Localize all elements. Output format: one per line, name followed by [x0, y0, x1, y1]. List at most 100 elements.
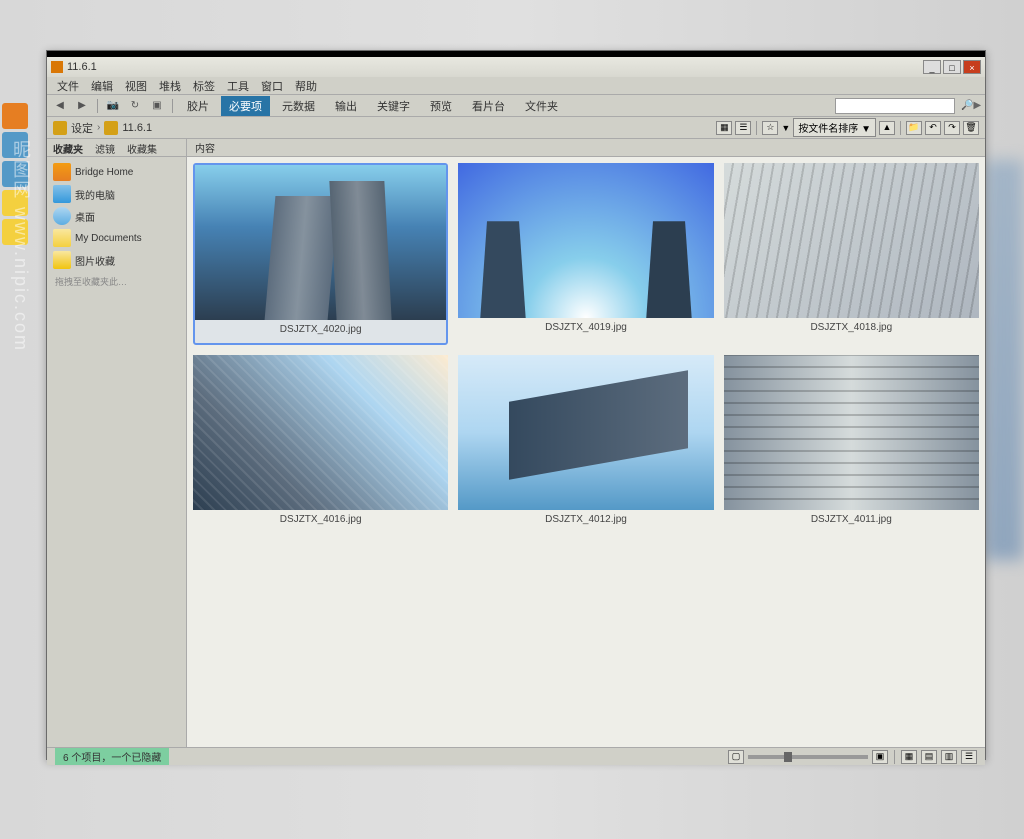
sidebar: 收藏夹 滤镜 收藏集 Bridge Home 我的电脑 桌面 [47, 139, 187, 747]
thumbnail-grid[interactable]: DSJZTX_4020.jpg DSJZTX_4019.jpg DSJZTX_4… [187, 157, 985, 747]
menu-window[interactable]: 窗口 [255, 78, 289, 94]
thumbnail-filename: DSJZTX_4019.jpg [458, 318, 713, 341]
separator [97, 99, 98, 113]
window-title: 11.6.1 [67, 61, 923, 73]
thumbnail-item[interactable]: DSJZTX_4019.jpg [458, 163, 713, 345]
computer-icon [53, 185, 71, 203]
app-window: 11.6.1 _ □ × 文件 编辑 视图 堆栈 标签 工具 窗口 帮助 📷 ▣… [46, 50, 986, 760]
sidebar-items: Bridge Home 我的电脑 桌面 My Documents 图片收藏 [47, 157, 186, 296]
thumbnail-image [458, 163, 713, 318]
menu-file[interactable]: 文件 [51, 78, 85, 94]
separator [894, 750, 895, 764]
menu-help[interactable]: 帮助 [289, 78, 323, 94]
search-input[interactable] [835, 98, 955, 114]
status-indicator: 6 个项目，一个已隐藏 [55, 748, 169, 765]
sort-dropdown[interactable]: 按文件名排序 ▼ [793, 118, 876, 137]
content-header-label: 内容 [195, 140, 215, 155]
tab-film[interactable]: 胶片 [179, 96, 217, 116]
folder-icon [53, 229, 71, 247]
sidebar-item-label: 图片收藏 [75, 253, 115, 268]
close-button[interactable]: × [963, 60, 981, 74]
list-view-button[interactable] [735, 121, 751, 135]
tab-metadata[interactable]: 元数据 [274, 96, 323, 116]
thumbnail-item[interactable]: DSJZTX_4012.jpg [458, 355, 713, 533]
zoom-slider[interactable] [748, 755, 868, 759]
tab-preview[interactable]: 预览 [422, 96, 460, 116]
zoom-controls: ▢ ▣ ▤ ▥ [728, 750, 977, 764]
separator [172, 99, 173, 113]
sidebar-item-label: 桌面 [75, 209, 95, 224]
view-mode-2[interactable]: ▤ [921, 750, 937, 764]
window-controls: _ □ × [923, 60, 981, 74]
folder-icon [53, 121, 67, 135]
sidebar-item-documents[interactable]: My Documents [51, 227, 182, 249]
breadcrumb-current[interactable]: 11.6.1 [122, 122, 152, 134]
zoom-in-button[interactable]: ▣ [872, 750, 888, 764]
thumbnail-filename: DSJZTX_4016.jpg [193, 510, 448, 533]
pictures-icon [53, 251, 71, 269]
grid-view-button[interactable] [716, 121, 732, 135]
chevron-right-icon: › [97, 122, 100, 133]
tab-keywords[interactable]: 关键字 [369, 96, 418, 116]
sidebar-tab-favorites[interactable]: 收藏夹 [47, 139, 89, 156]
thumbnail-item[interactable]: DSJZTX_4011.jpg [724, 355, 979, 533]
sidebar-item-bridge-home[interactable]: Bridge Home [51, 161, 182, 183]
thumbnail-item[interactable]: DSJZTX_4018.jpg [724, 163, 979, 345]
content-header: 内容 [187, 139, 985, 157]
sidebar-tab-collections[interactable]: 收藏集 [121, 139, 163, 156]
rotate-ccw-button[interactable]: ↶ [925, 121, 941, 135]
titlebar[interactable]: 11.6.1 _ □ × [47, 57, 985, 77]
sidebar-item-computer[interactable]: 我的电脑 [51, 183, 182, 205]
back-button[interactable] [51, 98, 69, 114]
minimize-button[interactable]: _ [923, 60, 941, 74]
zoom-out-button[interactable]: ▢ [728, 750, 744, 764]
refresh-button[interactable] [126, 98, 144, 114]
menu-stack[interactable]: 堆栈 [153, 78, 187, 94]
status-text: 6 个项目，一个已隐藏 [63, 749, 161, 764]
new-folder-button[interactable]: 📁 [906, 121, 922, 135]
menu-view[interactable]: 视图 [119, 78, 153, 94]
sidebar-tab-filter[interactable]: 滤镜 [89, 139, 121, 156]
menu-edit[interactable]: 编辑 [85, 78, 119, 94]
sidebar-item-desktop[interactable]: 桌面 [51, 205, 182, 227]
star-filter-button[interactable] [762, 121, 778, 135]
tab-output[interactable]: 输出 [327, 96, 365, 116]
view-mode-grid[interactable] [901, 750, 917, 764]
forward-button[interactable] [73, 98, 91, 114]
home-icon [53, 163, 71, 181]
thumbnail-filename: DSJZTX_4011.jpg [724, 510, 979, 533]
bg-right-blur [984, 160, 1024, 560]
delete-button[interactable]: 🗑 [963, 121, 979, 135]
sidebar-item-label: My Documents [75, 233, 142, 244]
thumbnail-filename: DSJZTX_4012.jpg [458, 510, 713, 533]
sidebar-item-pictures[interactable]: 图片收藏 [51, 249, 182, 271]
camera-icon[interactable]: 📷 [104, 98, 122, 114]
thumbnail-filename: DSJZTX_4020.jpg [195, 320, 446, 343]
folder-icon [104, 121, 118, 135]
content-panel: 内容 DSJZTX_4020.jpg DSJZTX_4019.jpg DSJZT… [187, 139, 985, 747]
sidebar-item-label: 我的电脑 [75, 187, 115, 202]
slider-thumb[interactable] [784, 752, 792, 762]
sort-direction-button[interactable] [879, 121, 895, 135]
breadcrumb-root[interactable]: 设定 [71, 120, 93, 136]
search-icon: 🔍 [961, 100, 981, 111]
view-mode-3[interactable]: ▥ [941, 750, 957, 764]
desktop-icon [53, 207, 71, 225]
tab-lightbox[interactable]: 看片台 [464, 96, 513, 116]
separator [900, 121, 901, 135]
tab-essentials[interactable]: 必要项 [221, 96, 270, 116]
sidebar-item-label: Bridge Home [75, 167, 133, 178]
breadcrumb: 设定 › 11.6.1 ▼ 按文件名排序 ▼ 📁 ↶ ↷ 🗑 [47, 117, 985, 139]
menu-tools[interactable]: 工具 [221, 78, 255, 94]
view-mode-list[interactable] [961, 750, 977, 764]
tab-folders[interactable]: 文件夹 [517, 96, 566, 116]
statusbar: 6 个项目，一个已隐藏 ▢ ▣ ▤ ▥ [47, 747, 985, 765]
maximize-button[interactable]: □ [943, 60, 961, 74]
menubar: 文件 编辑 视图 堆栈 标签 工具 窗口 帮助 [47, 77, 985, 95]
menu-label[interactable]: 标签 [187, 78, 221, 94]
thumbnail-image [724, 163, 979, 318]
open-button[interactable]: ▣ [148, 98, 166, 114]
thumbnail-item[interactable]: DSJZTX_4020.jpg [193, 163, 448, 345]
thumbnail-item[interactable]: DSJZTX_4016.jpg [193, 355, 448, 533]
rotate-cw-button[interactable]: ↷ [944, 121, 960, 135]
